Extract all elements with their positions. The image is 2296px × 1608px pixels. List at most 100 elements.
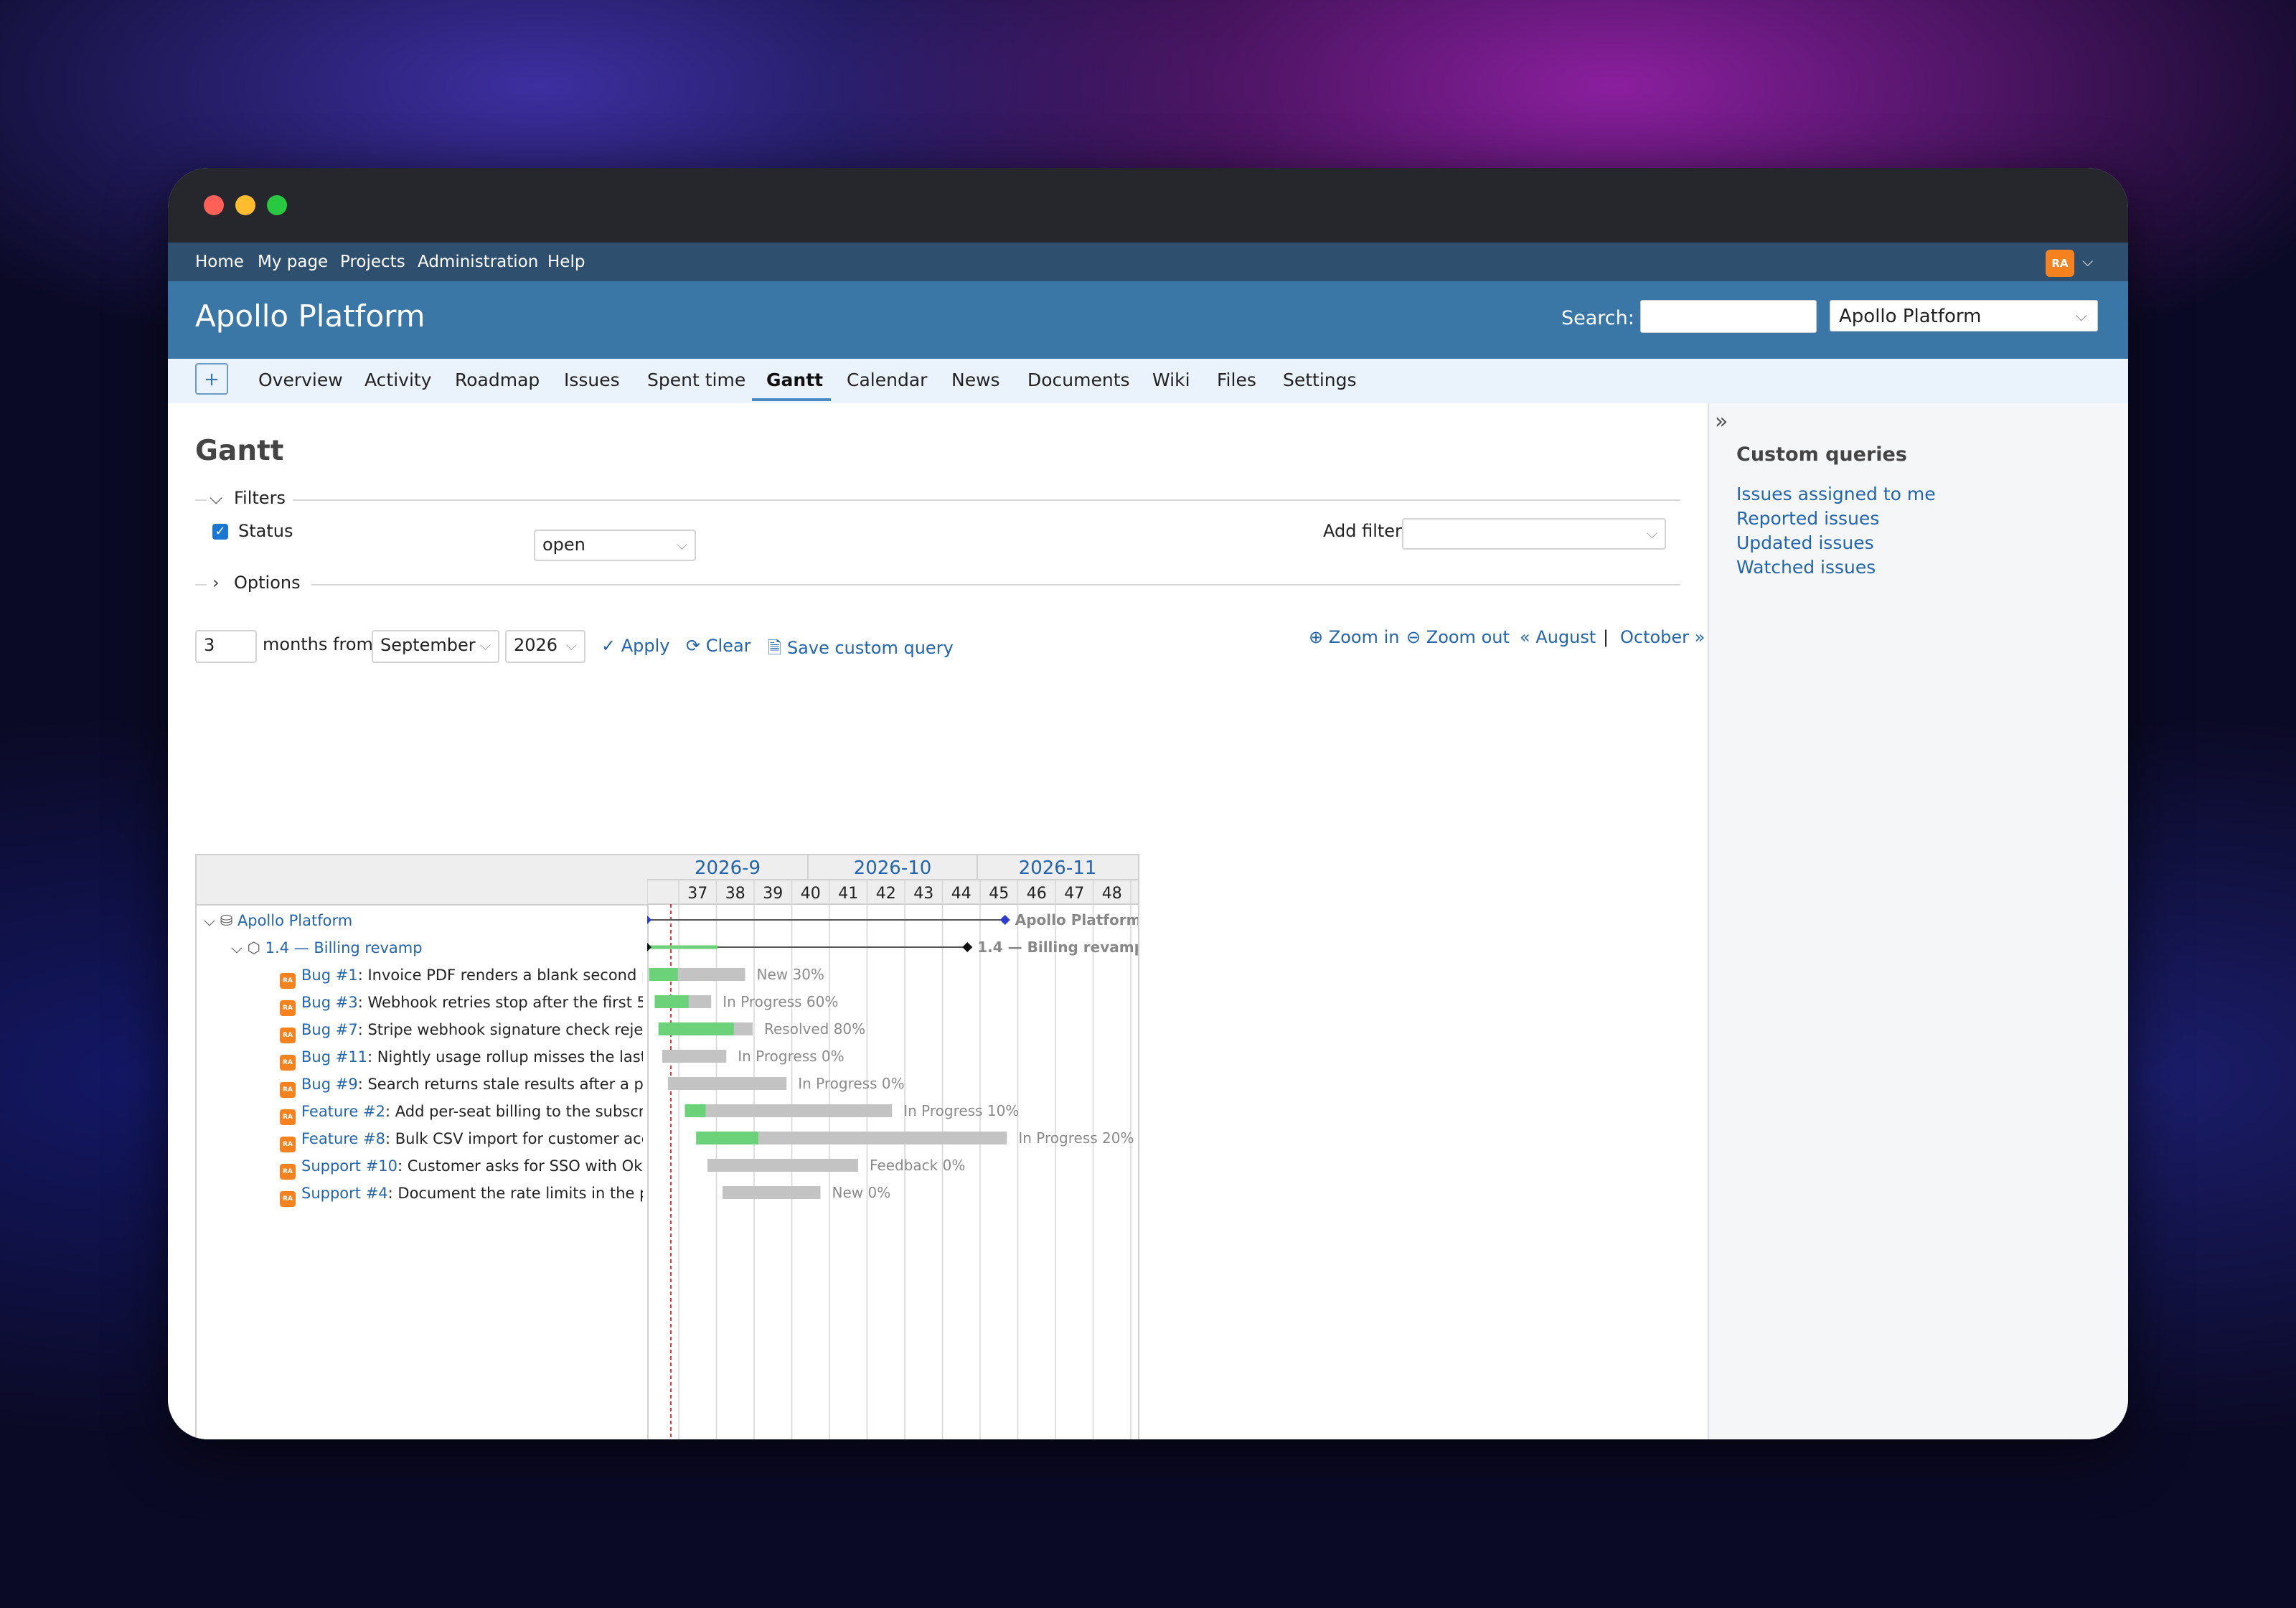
gantt-row-link[interactable]: Apollo Platform [237,912,352,929]
status-filter-checkbox[interactable]: ✓ [212,524,228,540]
options-legend[interactable]: Options [234,573,301,593]
months-from-label: months from [263,634,373,654]
tab-files[interactable]: Files [1217,370,1256,390]
query-watched-issues[interactable]: Watched issues [1736,557,1876,578]
project-tabs: + Overview Activity Roadmap Issues Spent… [168,359,2128,404]
refresh-icon: ⟳ [686,636,706,656]
minimize-window-button[interactable] [235,195,255,215]
filters-legend[interactable]: Filters [234,488,286,508]
tab-calendar[interactable]: Calendar [847,370,927,390]
apply-label: Apply [621,636,670,656]
gantt-row-link[interactable]: Bug #7 [301,1021,358,1038]
query-issues-assigned[interactable]: Issues assigned to me [1736,484,1936,504]
zoom-in-button[interactable]: ⊕ Zoom in [1309,627,1399,647]
tab-gantt[interactable]: Gantt [766,370,823,390]
tab-news[interactable]: News [951,370,1000,390]
month-select[interactable]: September ⌵ [372,630,499,663]
query-updated-issues[interactable]: Updated issues [1736,532,1874,553]
previous-month-link[interactable]: « August [1520,627,1596,647]
search-input[interactable] [1640,300,1817,333]
zoom-in-label: Zoom in [1328,627,1400,647]
top-menu-administration[interactable]: Administration [418,253,538,271]
issue-bar-label: New 0% [832,1184,891,1201]
user-avatar[interactable]: RA [2046,250,2074,277]
tab-spent-time[interactable]: Spent time [647,370,745,390]
top-menu-home[interactable]: Home [195,253,244,271]
assignee-avatar-icon: RA [280,1137,296,1152]
tab-activity[interactable]: Activity [364,370,432,390]
top-menu-help[interactable]: Help [547,253,585,271]
issue-bar [684,1104,893,1117]
gantt-row-link[interactable]: Bug #1 [301,967,358,984]
project-start-marker [647,916,651,924]
month-header: 2026-11 [1019,857,1097,879]
week-header: 44 [951,885,971,903]
gantt-row-link[interactable]: Support #10 [301,1157,397,1175]
add-filter-label: Add filter [1323,521,1402,541]
version-start-marker [647,943,651,951]
issue-bar-label: In Progress 60% [723,993,838,1010]
tab-roadmap[interactable]: Roadmap [455,370,540,390]
gantt-row-link[interactable]: Feature #8 [301,1130,385,1147]
version-bar-label: 1.4 — Billing revamp 22% [977,939,1138,956]
year-select[interactable]: 2026 ⌵ [505,630,585,663]
gantt-row-subject: : Search returns stale results after a p… [357,1076,643,1093]
gantt-row-subject: : Add per-seat billing to the subscript [385,1103,643,1120]
gantt-row-link[interactable]: Bug #3 [301,994,358,1011]
gantt-row-link[interactable]: 1.4 — Billing revamp [265,939,423,956]
issue-bar [662,1050,727,1063]
chevron-down-icon[interactable]: ⌵ [204,912,220,929]
query-reported-issues[interactable]: Reported issues [1736,508,1879,529]
assignee-avatar-icon: RA [280,1055,296,1071]
gantt-row-subject: : Invoice PDF renders a blank second pag [357,967,643,984]
issue-bar-label: Resolved 80% [764,1020,865,1038]
month-header: 2026-9 [695,857,761,879]
version-end-marker [962,942,973,952]
chevron-right-icon[interactable]: › [212,573,220,593]
new-object-button[interactable]: + [195,363,228,395]
custom-queries-title: Custom queries [1736,443,1907,466]
apply-button[interactable]: ✓ Apply [601,636,670,656]
next-month-link[interactable]: October » [1620,627,1705,647]
gantt-row-subject: : Webhook retries stop after the first 5… [357,994,643,1011]
add-filter-select[interactable]: ⌵ [1402,518,1666,550]
clear-label: Clear [705,636,751,656]
status-operator-select[interactable]: open ⌵ [534,530,696,561]
gantt-row-link[interactable]: Bug #9 [301,1076,358,1093]
gantt-row-link[interactable]: Bug #11 [301,1048,367,1066]
tab-overview[interactable]: Overview [258,370,343,390]
chevron-down-icon[interactable]: ⌵ [2082,253,2093,270]
gantt-row-link[interactable]: Feature #2 [301,1103,385,1120]
issue-bar [707,1159,858,1172]
gantt-project-row: ⌵ ⛁ Apollo Platform [204,912,643,930]
tab-settings[interactable]: Settings [1283,370,1357,390]
browser-window: Home My page Projects Administration Hel… [168,168,2128,1439]
issue-bar-done [696,1132,758,1144]
week-header: 41 [838,885,858,903]
chevron-down-icon: ⌵ [565,636,577,654]
chevron-down-icon[interactable]: ⌵ [231,939,248,956]
year-select-value: 2026 [514,635,558,655]
top-menu-my-page[interactable]: My page [258,253,328,271]
months-input[interactable]: 3 [195,630,257,663]
top-menu-projects[interactable]: Projects [340,253,405,271]
top-menu: Home My page Projects Administration Hel… [168,243,2128,281]
save-query-button[interactable]: 🗎 Save custom query [768,636,954,665]
tab-wiki[interactable]: Wiki [1152,370,1190,390]
tab-documents[interactable]: Documents [1027,370,1130,390]
gantt-issue-row: RA Bug #7: Stripe webhook signature check… [280,1021,643,1043]
clear-button[interactable]: ⟳ Clear [686,636,751,656]
close-window-button[interactable] [204,195,224,215]
gantt-row-subject: : Stripe webhook signature check rejects [357,1021,643,1038]
project-icon: ⛁ [220,912,237,929]
chevron-down-icon[interactable]: ⌵ [210,488,222,508]
search-scope-select[interactable]: Apollo Platform ⌵ [1830,300,2098,332]
fieldset-line [293,499,1680,501]
tab-issues[interactable]: Issues [564,370,620,390]
week-header: 48 [1102,885,1122,903]
gantt-row-link[interactable]: Support #4 [301,1185,388,1202]
collapse-sidebar-icon[interactable]: » [1715,409,1728,434]
zoom-out-button[interactable]: ⊖ Zoom out [1406,627,1510,647]
issue-bar-done [649,968,678,981]
maximize-window-button[interactable] [267,195,287,215]
